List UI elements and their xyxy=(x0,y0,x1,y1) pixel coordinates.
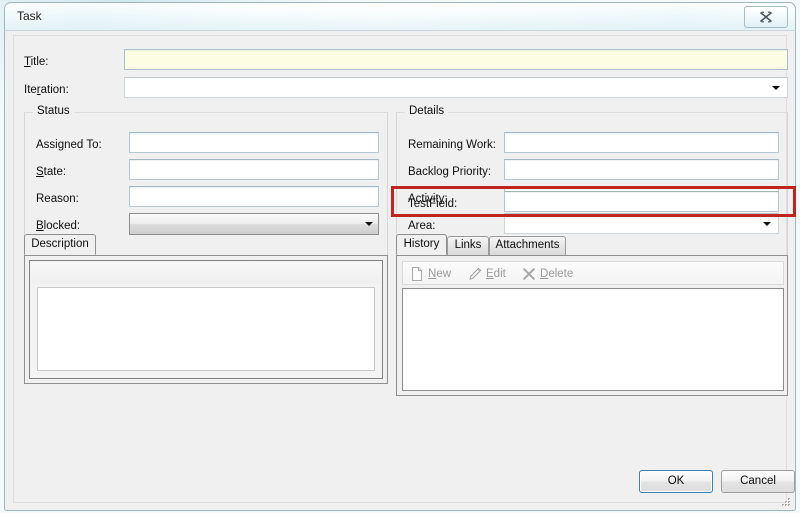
edit-pencil-icon xyxy=(467,266,483,282)
testfield-input[interactable] xyxy=(504,191,779,212)
area-combobox[interactable] xyxy=(504,213,779,234)
iteration-field-label: Iteration: xyxy=(24,84,69,96)
blocked-label: Blocked: xyxy=(36,220,81,232)
status-group-title: Status xyxy=(33,105,74,117)
assigned-to-input[interactable] xyxy=(129,132,379,153)
chevron-down-icon xyxy=(365,222,373,226)
description-toolstrip[interactable] xyxy=(31,262,381,284)
delete-x-icon xyxy=(521,266,537,282)
dialog-inner-panel: Title: Iteration: Status Assigned To: St… xyxy=(13,35,796,503)
history-tab-control: History Links Attachments New Edit Delet… xyxy=(396,234,788,396)
history-new-button[interactable]: New xyxy=(409,265,451,283)
blocked-dropdown[interactable] xyxy=(129,213,379,235)
description-tab-control: Description xyxy=(24,234,388,384)
testfield-label: TestField: xyxy=(408,198,458,210)
task-dialog-window: Task Title: Iteration: Status Assigned T… xyxy=(4,2,796,511)
backlog-priority-label: Backlog Priority: xyxy=(408,166,492,178)
title-field-label: Title: xyxy=(24,56,49,68)
description-textarea[interactable] xyxy=(37,287,375,371)
title-input[interactable] xyxy=(124,49,788,70)
state-input[interactable] xyxy=(129,159,379,180)
tab-links[interactable]: Links xyxy=(447,236,489,255)
backlog-priority-input[interactable] xyxy=(504,159,779,180)
history-list[interactable] xyxy=(402,288,784,391)
iteration-combobox[interactable] xyxy=(124,77,788,98)
history-edit-label: Edit xyxy=(486,268,506,280)
history-tab-page: New Edit Delete xyxy=(396,255,788,396)
ok-button[interactable]: OK xyxy=(639,470,713,493)
area-label: Area: xyxy=(408,220,436,232)
details-group-title: Details xyxy=(405,105,449,117)
remaining-work-label: Remaining Work: xyxy=(408,139,496,151)
tab-attachments[interactable]: Attachments xyxy=(489,236,566,255)
remaining-work-input[interactable] xyxy=(504,132,779,153)
dialog-client-area: Title: Iteration: Status Assigned To: St… xyxy=(4,30,796,511)
reason-label: Reason: xyxy=(36,193,79,205)
close-x-icon xyxy=(759,11,773,23)
chevron-down-icon xyxy=(772,85,780,90)
description-editor-shell xyxy=(29,260,383,379)
description-tab-page xyxy=(24,255,388,384)
state-label: State: xyxy=(36,166,67,178)
assigned-to-label: Assigned To: xyxy=(36,139,102,151)
window-title-bar[interactable]: Task xyxy=(4,2,796,30)
description-tabstrip: Description xyxy=(24,234,388,255)
history-delete-button[interactable]: Delete xyxy=(521,265,573,283)
history-edit-button[interactable]: Edit xyxy=(467,265,506,283)
history-delete-label: Delete xyxy=(540,268,574,280)
reason-input[interactable] xyxy=(129,186,379,207)
history-toolbar: New Edit Delete xyxy=(402,261,784,285)
history-new-label: New xyxy=(428,268,452,280)
history-tabstrip: History Links Attachments xyxy=(396,234,788,255)
resize-grip[interactable] xyxy=(779,495,792,508)
window-title: Task xyxy=(17,9,42,23)
cancel-button[interactable]: Cancel xyxy=(721,470,795,493)
tab-description[interactable]: Description xyxy=(24,234,96,255)
chevron-down-icon xyxy=(763,221,771,226)
tab-history[interactable]: History xyxy=(396,234,447,255)
new-document-icon xyxy=(409,266,425,282)
close-button[interactable] xyxy=(744,6,788,28)
